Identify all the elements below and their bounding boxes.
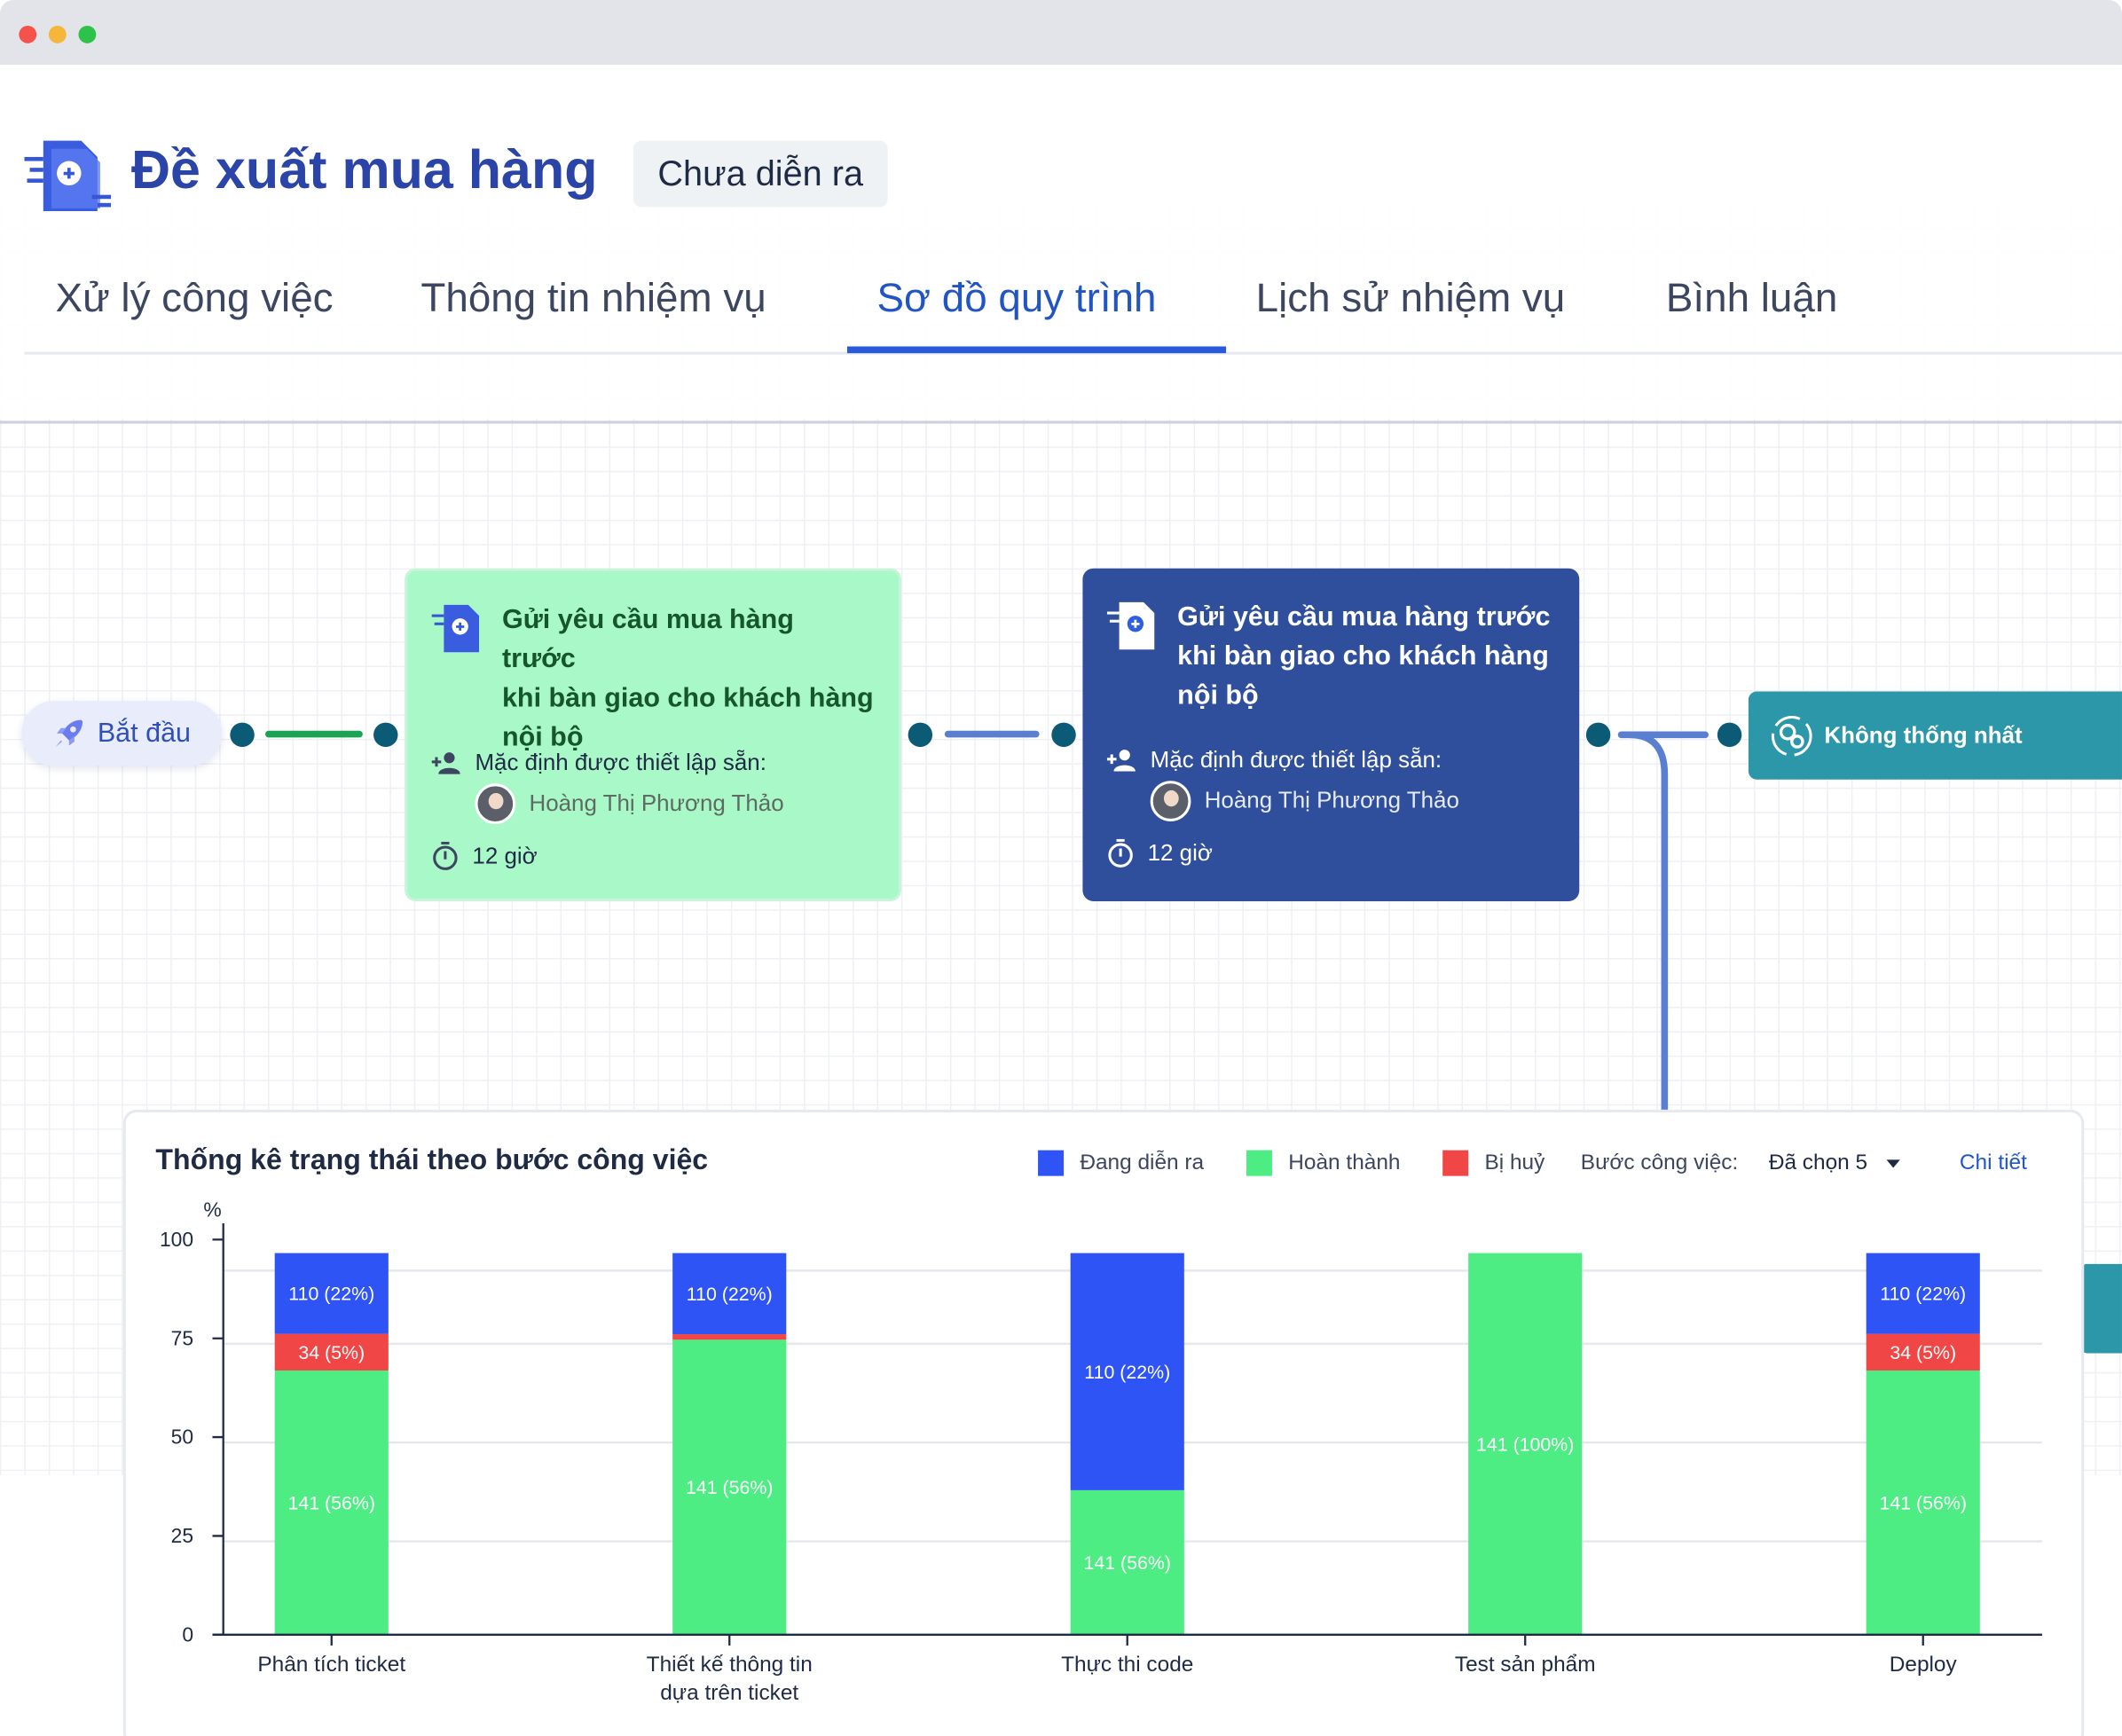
stats-card: Thống kê trạng thái theo bước công việc … — [122, 1109, 2085, 1736]
avatar — [475, 783, 516, 825]
x-tick-label: Thực thi code — [1061, 1653, 1193, 1677]
tab-so-do-quy-trinh[interactable]: Sơ đồ quy trình — [877, 257, 1157, 352]
add-user-icon — [431, 752, 460, 774]
x-tick-label: Thiết kế thông tin — [647, 1653, 813, 1677]
y-tick-label: 75 — [171, 1326, 193, 1349]
step-title-line: khi bàn giao cho khách hàng — [1177, 641, 1549, 672]
bar-value-label: 34 (5%) — [1890, 1342, 1956, 1363]
active-tab-indicator — [846, 346, 1227, 354]
bar-value-label: 141 (56%) — [288, 1493, 375, 1514]
timer-icon — [433, 841, 458, 870]
start-label: Bắt đầu — [97, 718, 192, 748]
step-title-line: khi bàn giao cho khách hàng — [501, 683, 874, 713]
step-title-line: nội bộ — [1177, 680, 1259, 711]
assign-label: Mặc định được thiết lập sẵn: — [475, 750, 766, 776]
assign-label: Mặc định được thiết lập sẵn: — [1150, 747, 1442, 774]
bar-value-label: 34 (5%) — [298, 1342, 365, 1363]
tab-xu-ly-cong-viec[interactable]: Xử lý công việc — [56, 257, 334, 352]
app-window: Đề xuất mua hàng Chưa diễn ra Xử lý công… — [0, 0, 2122, 1736]
x-tick-label: Phân tích ticket — [257, 1653, 405, 1677]
add-user-icon — [1106, 750, 1136, 772]
divider — [0, 420, 2122, 424]
bar-value-label: 141 (100%) — [1476, 1434, 1574, 1455]
bar-value-label: 110 (22%) — [1880, 1284, 1966, 1305]
bar-segment[interactable] — [672, 1334, 787, 1340]
branch-connector — [1617, 731, 1709, 1119]
maximize-window-button[interactable] — [78, 25, 97, 43]
connector-port[interactable] — [1051, 722, 1076, 748]
y-tick-label: 100 — [160, 1228, 193, 1251]
connector-port[interactable] — [908, 722, 933, 748]
step-title: Gửi yêu cầu mua hàng trước khi bàn giao … — [502, 601, 875, 758]
bar-value-label: 110 (22%) — [288, 1284, 374, 1305]
connector-port[interactable] — [373, 722, 398, 748]
assignee-name: Hoàng Thị Phương Thảo — [1204, 787, 1459, 813]
start-node[interactable]: Bắt đầu — [21, 701, 223, 766]
x-tick-label: dựa trên ticket — [660, 1681, 798, 1705]
header-area — [0, 65, 2122, 420]
branch-node[interactable]: Không thống nhất — [1748, 691, 2122, 780]
x-tick-label: Test sản phẩm — [1455, 1653, 1596, 1677]
workflow-step-current[interactable]: Gửi yêu cầu mua hàng trước khi bàn giao … — [1082, 568, 1580, 901]
bar-value-label: 141 (56%) — [1879, 1493, 1966, 1514]
status-chart: 141 (56%) 34 (5%) 110 (22%) 141 (56%) 110 (2… — [160, 1198, 2042, 1705]
tab-binh-luan[interactable]: Bình luận — [1666, 257, 1837, 352]
connector-line — [264, 730, 363, 738]
connector-port[interactable] — [1585, 722, 1611, 748]
duration: 12 giờ — [472, 843, 538, 869]
bar-value-label: 110 (22%) — [1084, 1362, 1170, 1383]
connector-port[interactable] — [230, 722, 255, 748]
page-title: Đề xuất mua hàng — [130, 140, 598, 200]
tab-lich-su-nhiem-vu[interactable]: Lịch sử nhiệm vụ — [1256, 257, 1566, 352]
document-add-icon — [431, 604, 480, 653]
avatar — [1150, 781, 1191, 821]
bar-value-label: 110 (22%) — [687, 1284, 773, 1305]
duration: 12 giờ — [1147, 840, 1213, 867]
y-tick-label: 0 — [182, 1622, 193, 1646]
step-title-line: Gửi yêu cầu mua hàng trước — [1177, 601, 1551, 632]
bar-value-label: 141 (56%) — [1083, 1552, 1170, 1574]
timer-icon — [1108, 838, 1133, 868]
step-title: Gửi yêu cầu mua hàng trước khi bàn giao … — [1177, 598, 1550, 716]
bar-value-label: 141 (56%) — [686, 1477, 773, 1498]
step-title-line: Gửi yêu cầu mua hàng trước — [501, 604, 794, 674]
y-tick-label: 25 — [171, 1524, 193, 1547]
connector-line — [944, 730, 1040, 738]
y-axis-label: % — [203, 1198, 221, 1221]
y-tick-label: 50 — [171, 1426, 193, 1449]
minimize-window-button[interactable] — [48, 25, 67, 43]
offscreen-node[interactable] — [2081, 1263, 2122, 1354]
workflow-step-completed[interactable]: Gửi yêu cầu mua hàng trước khi bàn giao … — [405, 568, 901, 901]
document-add-icon — [1106, 601, 1155, 650]
gears-icon — [1771, 715, 1812, 756]
tab-bar: Xử lý công việc Thông tin nhiệm vụ Sơ đồ… — [24, 257, 2122, 355]
connector-port[interactable] — [1717, 722, 1742, 748]
branch-label: Không thống nhất — [1824, 721, 2023, 748]
x-tick-label: Deploy — [1890, 1653, 1958, 1677]
tab-thong-tin-nhiem-vu[interactable]: Thông tin nhiệm vụ — [420, 257, 766, 352]
close-window-button[interactable] — [19, 25, 37, 43]
status-badge: Chưa diễn ra — [633, 140, 888, 208]
assignee-name: Hoàng Thị Phương Thảo — [529, 789, 784, 816]
window-titlebar — [0, 0, 2122, 66]
document-add-icon — [24, 140, 112, 211]
rocket-icon — [55, 719, 83, 748]
